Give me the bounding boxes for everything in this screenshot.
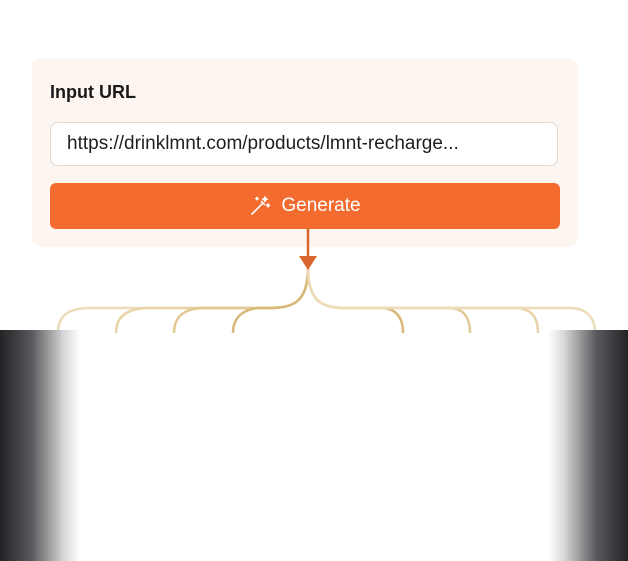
input-url-card: Input URL Generate: [32, 58, 578, 247]
branch-lines: [56, 267, 597, 333]
branch-results-area: [0, 330, 628, 561]
generate-button[interactable]: Generate: [50, 183, 560, 229]
input-url-title: Input URL: [50, 82, 136, 102]
right-edge-shadow: [548, 330, 628, 561]
arrow-down-icon: [299, 256, 317, 270]
magic-wand-icon: [249, 195, 271, 217]
left-edge-shadow: [0, 330, 80, 561]
branch-connector: [56, 228, 597, 333]
generate-label: Generate: [281, 195, 361, 216]
url-input[interactable]: [50, 122, 558, 166]
